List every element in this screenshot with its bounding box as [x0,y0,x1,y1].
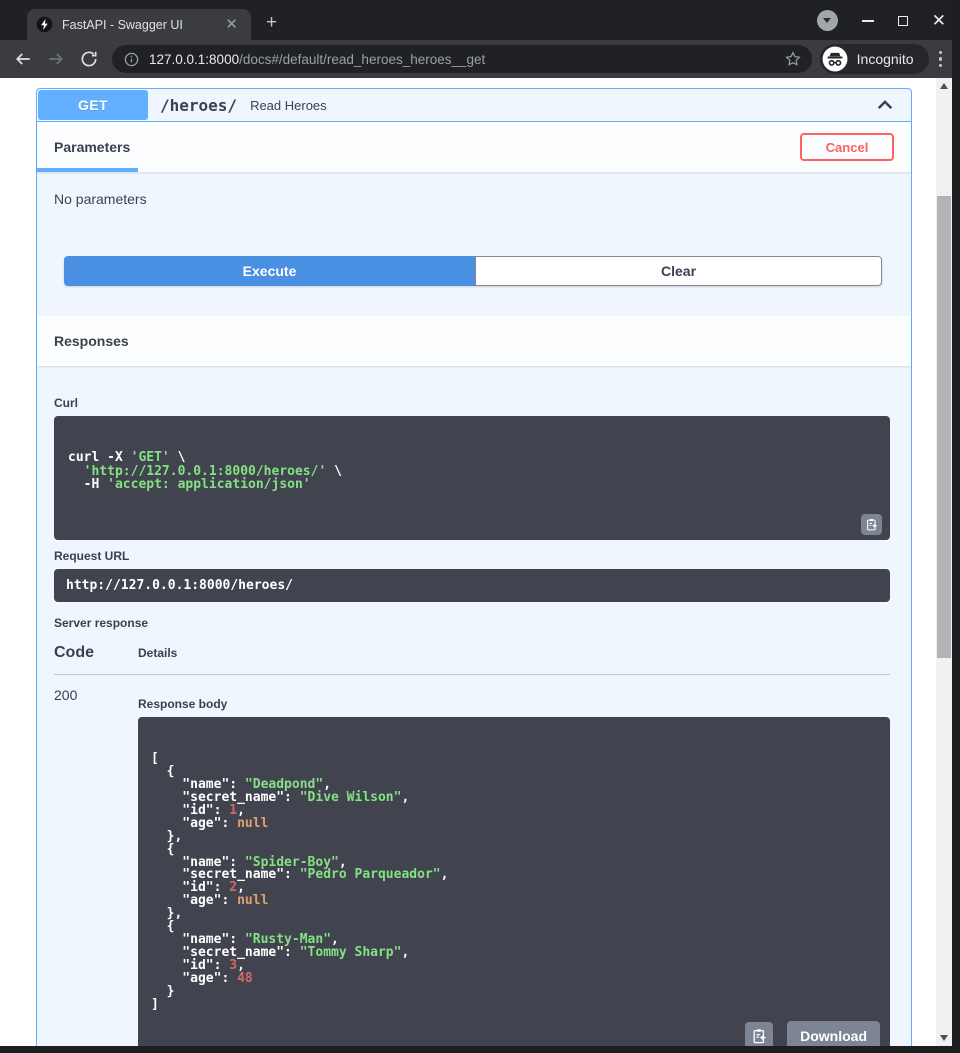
incognito-icon [822,46,848,72]
responses-title: Responses [54,333,129,349]
browser-toolbar: 127.0.0.1:8000/docs#/default/read_heroes… [0,40,952,78]
browser-tab[interactable]: FastAPI - Swagger UI ✕ [27,9,251,40]
curl-command: curl -X 'GET' \ 'http://127.0.0.1:8000/h… [54,416,890,540]
parameters-header: Parameters Cancel [37,122,911,172]
tab-title: FastAPI - Swagger UI [62,18,221,32]
no-parameters-text: No parameters [54,191,911,207]
scrollbar-thumb[interactable] [937,196,951,658]
responses-header: Responses [37,316,911,366]
copy-response-button[interactable] [745,1022,773,1046]
maximize-button[interactable] [898,16,908,26]
status-code: 200 [54,687,138,1046]
fastapi-favicon-icon [36,16,53,33]
collapse-chevron-icon[interactable] [875,96,895,114]
operation-summary[interactable]: GET /heroes/ Read Heroes [37,89,911,122]
window-bottom-edge [0,1046,960,1053]
close-window-button[interactable]: ✕ [932,12,946,29]
back-icon[interactable] [13,49,33,69]
chevron-down-icon [823,18,831,23]
code-column-header: Code [54,644,138,662]
url-text: 127.0.0.1:8000/docs#/default/read_heroes… [149,52,784,67]
forward-icon[interactable] [46,49,66,69]
incognito-badge: Incognito [820,44,929,74]
url-path: /docs#/default/read_heroes_heroes__get [239,52,485,67]
curl-label: Curl [54,396,890,410]
tab-search-button[interactable] [817,10,838,31]
clipboard-copy-icon [865,518,878,531]
reload-icon[interactable] [79,49,99,69]
request-url-label: Request URL [54,549,890,563]
execute-button[interactable]: Execute [64,256,475,286]
page-info-icon[interactable] [123,51,140,68]
parameters-title: Parameters [54,139,130,155]
url-bar[interactable]: 127.0.0.1:8000/docs#/default/read_heroes… [112,45,812,73]
page-scrollbar[interactable] [936,78,952,1046]
response-body-label: Response body [138,697,890,711]
browser-window: FastAPI - Swagger UI ✕ + ✕ 1 [0,0,960,1053]
scroll-down-icon[interactable] [940,1035,948,1041]
url-host: 127.0.0.1:8000 [149,52,239,67]
tab-strip: FastAPI - Swagger UI ✕ + ✕ [0,0,960,40]
bookmark-star-icon[interactable] [784,50,802,68]
clear-button[interactable]: Clear [475,256,882,286]
execute-row: Execute Clear [64,256,882,286]
scroll-up-icon[interactable] [940,83,948,89]
response-row: 200 Response body [ { "name": "Deadpond"… [54,675,890,1046]
clipboard-copy-icon [751,1028,767,1044]
operation-block: GET /heroes/ Read Heroes Parameters Canc… [36,88,912,1046]
new-tab-button[interactable]: + [266,13,277,32]
page-content: GET /heroes/ Read Heroes Parameters Canc… [0,78,952,1046]
responses-body: Curl curl -X 'GET' \ 'http://127.0.0.1:8… [37,366,911,1046]
parameters-body: No parameters Execute Clear [37,172,911,316]
operation-summary-text: Read Heroes [250,98,327,113]
copy-curl-button[interactable] [861,514,882,535]
operation-path: /heroes/ [160,96,237,115]
active-tab-underline [37,168,138,172]
response-body-code: [ { "name": "Deadpond", "secret_name": "… [138,717,890,1046]
incognito-label: Incognito [857,51,914,67]
window-right-edge [952,0,960,1053]
details-column-header: Details [138,646,177,662]
method-badge: GET [38,90,148,120]
minimize-button[interactable] [862,20,874,22]
server-response-label: Server response [54,616,890,630]
browser-menu-icon[interactable] [939,51,943,68]
tab-close-icon[interactable]: ✕ [221,15,242,34]
response-table-header: Code Details [54,636,890,675]
download-button[interactable]: Download [787,1021,880,1046]
cancel-button[interactable]: Cancel [800,133,894,161]
request-url-value: http://127.0.0.1:8000/heroes/ [54,569,890,602]
